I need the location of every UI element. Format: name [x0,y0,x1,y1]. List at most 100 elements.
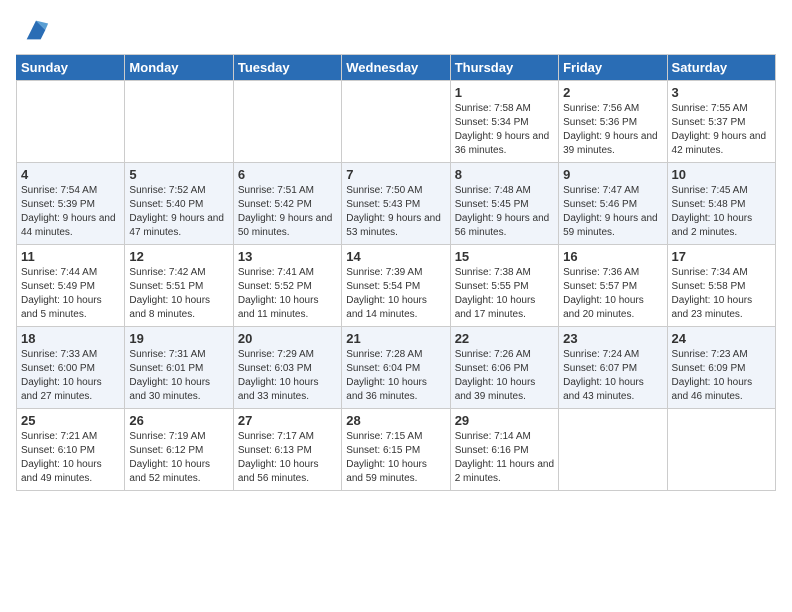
header [16,16,776,44]
header-cell-saturday: Saturday [667,55,775,81]
day-number: 17 [672,249,771,264]
day-info: Sunrise: 7:38 AM Sunset: 5:55 PM Dayligh… [455,266,554,322]
day-cell: 12Sunrise: 7:42 AM Sunset: 5:51 PM Dayli… [125,245,233,327]
day-info: Sunrise: 7:17 AM Sunset: 6:13 PM Dayligh… [238,430,337,486]
header-cell-friday: Friday [559,55,667,81]
day-number: 15 [455,249,554,264]
day-cell: 2Sunrise: 7:56 AM Sunset: 5:36 PM Daylig… [559,81,667,163]
day-number: 4 [21,167,120,182]
week-row-3: 18 Sunrise: 7:33 AM Sunset: 6:00 PM Dayli… [17,327,776,409]
day-number: 14 [346,249,445,264]
day-info: Sunrise: 7:19 AM Sunset: 6:12 PM Dayligh… [129,430,228,486]
day-cell: 11Sunrise: 7:44 AM Sunset: 5:49 PM Dayli… [17,245,125,327]
day-info: Sunrise: 7:54 AM Sunset: 5:39 PM Dayligh… [21,184,120,240]
day-info: Sunrise: 7:39 AM Sunset: 5:54 PM Dayligh… [346,266,445,322]
day-number: 26 [129,413,228,428]
day-number: 20 [238,331,337,346]
day-cell: 1Sunrise: 7:58 AM Sunset: 5:34 PM Daylig… [450,81,558,163]
day-cell: 13 Sunrise: 7:41 AM Sunset: 5:52 PM Dayli… [233,245,341,327]
day-number: 27 [238,413,337,428]
calendar-table: SundayMondayTuesdayWednesdayThursdayFrid… [16,54,776,491]
main-container: SundayMondayTuesdayWednesdayThursdayFrid… [0,0,792,499]
day-cell: 7 Sunrise: 7:50 AM Sunset: 5:43 PM Daylig… [342,163,450,245]
day-cell: 10 Sunrise: 7:45 AM Sunset: 5:48 PM Dayli… [667,163,775,245]
day-number: 5 [129,167,228,182]
day-number: 9 [563,167,662,182]
day-cell: 23 Sunrise: 7:24 AM Sunset: 6:07 PM Dayli… [559,327,667,409]
day-info: Sunrise: 7:50 AM Sunset: 5:43 PM Dayligh… [346,184,445,240]
logo [16,16,50,44]
header-cell-thursday: Thursday [450,55,558,81]
day-cell: 15 Sunrise: 7:38 AM Sunset: 5:55 PM Dayli… [450,245,558,327]
day-info: Sunrise: 7:36 AM Sunset: 5:57 PM Dayligh… [563,266,662,322]
day-number: 10 [672,167,771,182]
day-info: Sunrise: 7:31 AM Sunset: 6:01 PM Dayligh… [129,348,228,404]
day-number: 1 [455,85,554,100]
day-number: 24 [672,331,771,346]
day-cell: 19 Sunrise: 7:31 AM Sunset: 6:01 PM Dayli… [125,327,233,409]
day-info: Sunrise: 7:28 AM Sunset: 6:04 PM Dayligh… [346,348,445,404]
day-cell [559,409,667,491]
day-info: Sunrise: 7:47 AM Sunset: 5:46 PM Dayligh… [563,184,662,240]
day-info: Sunrise: 7:44 AM Sunset: 5:49 PM Dayligh… [21,266,120,322]
week-row-1: 4 Sunrise: 7:54 AM Sunset: 5:39 PM Daylig… [17,163,776,245]
day-info: Sunrise: 7:14 AM Sunset: 6:16 PM Dayligh… [455,430,554,486]
day-cell [125,81,233,163]
day-cell: 24 Sunrise: 7:23 AM Sunset: 6:09 PM Dayli… [667,327,775,409]
day-cell: 29 Sunrise: 7:14 AM Sunset: 6:16 PM Dayli… [450,409,558,491]
day-cell: 14 Sunrise: 7:39 AM Sunset: 5:54 PM Dayli… [342,245,450,327]
header-cell-monday: Monday [125,55,233,81]
day-cell: 4 Sunrise: 7:54 AM Sunset: 5:39 PM Daylig… [17,163,125,245]
day-cell: 3 Sunrise: 7:55 AM Sunset: 5:37 PM Daylig… [667,81,775,163]
week-row-0: 1Sunrise: 7:58 AM Sunset: 5:34 PM Daylig… [17,81,776,163]
day-cell: 20 Sunrise: 7:29 AM Sunset: 6:03 PM Dayli… [233,327,341,409]
day-number: 21 [346,331,445,346]
day-number: 3 [672,85,771,100]
day-info: Sunrise: 7:45 AM Sunset: 5:48 PM Dayligh… [672,184,771,240]
day-number: 2 [563,85,662,100]
day-info: Sunrise: 7:26 AM Sunset: 6:06 PM Dayligh… [455,348,554,404]
day-number: 19 [129,331,228,346]
header-row: SundayMondayTuesdayWednesdayThursdayFrid… [17,55,776,81]
day-number: 6 [238,167,337,182]
day-cell [667,409,775,491]
day-number: 25 [21,413,120,428]
day-info: Sunrise: 7:51 AM Sunset: 5:42 PM Dayligh… [238,184,337,240]
day-cell: 21 Sunrise: 7:28 AM Sunset: 6:04 PM Dayli… [342,327,450,409]
day-cell: 26 Sunrise: 7:19 AM Sunset: 6:12 PM Dayli… [125,409,233,491]
day-cell: 28Sunrise: 7:15 AM Sunset: 6:15 PM Dayli… [342,409,450,491]
day-cell: 9 Sunrise: 7:47 AM Sunset: 5:46 PM Daylig… [559,163,667,245]
day-cell: 18 Sunrise: 7:33 AM Sunset: 6:00 PM Dayli… [17,327,125,409]
day-info: Sunrise: 7:33 AM Sunset: 6:00 PM Dayligh… [21,348,120,404]
week-row-4: 25 Sunrise: 7:21 AM Sunset: 6:10 PM Dayli… [17,409,776,491]
day-info: Sunrise: 7:41 AM Sunset: 5:52 PM Dayligh… [238,266,337,322]
day-info: Sunrise: 7:52 AM Sunset: 5:40 PM Dayligh… [129,184,228,240]
day-number: 8 [455,167,554,182]
day-cell: 22 Sunrise: 7:26 AM Sunset: 6:06 PM Dayli… [450,327,558,409]
day-number: 18 [21,331,120,346]
day-cell: 5 Sunrise: 7:52 AM Sunset: 5:40 PM Daylig… [125,163,233,245]
day-info: Sunrise: 7:55 AM Sunset: 5:37 PM Dayligh… [672,102,771,158]
day-info: Sunrise: 7:21 AM Sunset: 6:10 PM Dayligh… [21,430,120,486]
day-cell: 17Sunrise: 7:34 AM Sunset: 5:58 PM Dayli… [667,245,775,327]
day-info: Sunrise: 7:23 AM Sunset: 6:09 PM Dayligh… [672,348,771,404]
day-number: 29 [455,413,554,428]
day-info: Sunrise: 7:29 AM Sunset: 6:03 PM Dayligh… [238,348,337,404]
day-cell [17,81,125,163]
day-cell: 16Sunrise: 7:36 AM Sunset: 5:57 PM Dayli… [559,245,667,327]
day-number: 7 [346,167,445,182]
day-number: 28 [346,413,445,428]
day-cell: 27 Sunrise: 7:17 AM Sunset: 6:13 PM Dayli… [233,409,341,491]
day-number: 12 [129,249,228,264]
day-number: 13 [238,249,337,264]
header-cell-tuesday: Tuesday [233,55,341,81]
day-number: 22 [455,331,554,346]
day-info: Sunrise: 7:24 AM Sunset: 6:07 PM Dayligh… [563,348,662,404]
day-number: 23 [563,331,662,346]
day-cell: 25 Sunrise: 7:21 AM Sunset: 6:10 PM Dayli… [17,409,125,491]
day-cell: 6 Sunrise: 7:51 AM Sunset: 5:42 PM Daylig… [233,163,341,245]
week-row-2: 11Sunrise: 7:44 AM Sunset: 5:49 PM Dayli… [17,245,776,327]
day-cell [233,81,341,163]
day-cell: 8Sunrise: 7:48 AM Sunset: 5:45 PM Daylig… [450,163,558,245]
header-cell-wednesday: Wednesday [342,55,450,81]
